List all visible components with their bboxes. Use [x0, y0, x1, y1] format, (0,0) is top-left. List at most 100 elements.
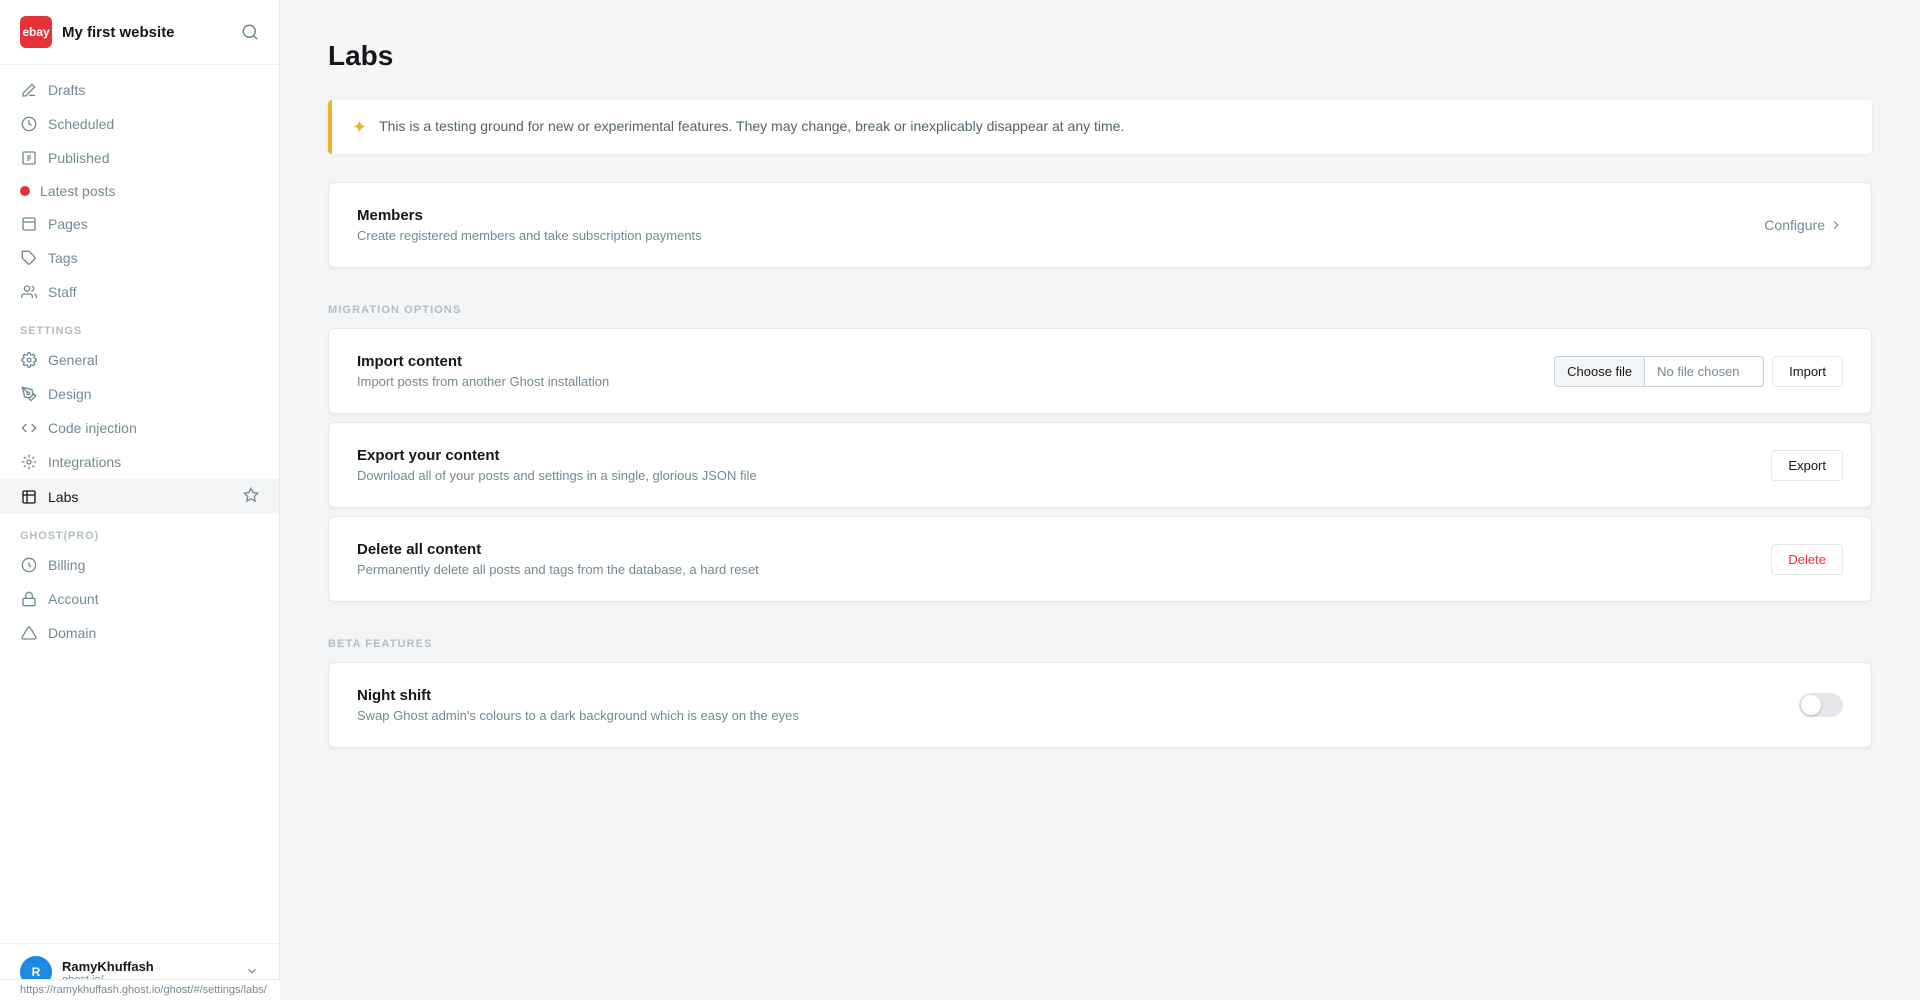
- delete-description: Permanently delete all posts and tags fr…: [357, 562, 759, 577]
- page-title: Labs: [328, 40, 1872, 72]
- members-card-row: Members Create registered members and ta…: [329, 183, 1871, 267]
- delete-title: Delete all content: [357, 541, 759, 558]
- import-title: Import content: [357, 353, 609, 370]
- sidebar-item-domain[interactable]: Domain: [0, 616, 279, 650]
- sidebar-header: ebay My first website: [0, 0, 279, 65]
- latest-posts-dot-icon: [20, 186, 30, 196]
- sidebar-item-label: Staff: [48, 284, 77, 300]
- status-url: https://ramykhuffash.ghost.io/ghost/#/se…: [20, 984, 267, 996]
- sidebar-item-drafts[interactable]: Drafts: [0, 73, 279, 107]
- settings-section-label: SETTINGS: [0, 309, 279, 343]
- logo-text: ebay: [22, 25, 49, 39]
- members-description: Create registered members and take subsc…: [357, 228, 702, 243]
- sidebar-nav: Drafts Scheduled Published Latest posts: [0, 65, 279, 658]
- night-shift-title: Night shift: [357, 687, 799, 704]
- code-icon: [20, 419, 38, 437]
- sidebar: ebay My first website Drafts Scheduled: [0, 0, 280, 1000]
- configure-link[interactable]: Configure: [1764, 217, 1843, 233]
- published-icon: [20, 149, 38, 167]
- sidebar-item-label: Domain: [48, 625, 96, 641]
- info-banner: ✦ This is a testing ground for new or ex…: [328, 100, 1872, 154]
- sidebar-item-label: Scheduled: [48, 116, 114, 132]
- drafts-icon: [20, 81, 38, 99]
- night-shift-toggle[interactable]: [1799, 693, 1843, 717]
- sidebar-item-label: Drafts: [48, 82, 85, 98]
- ghost-pro-section-label: GHOST(PRO): [0, 514, 279, 548]
- migration-section-label: MIGRATION OPTIONS: [328, 276, 1872, 328]
- export-title: Export your content: [357, 447, 757, 464]
- sidebar-item-label: Billing: [48, 557, 85, 573]
- search-button[interactable]: [241, 23, 259, 41]
- export-text: Export your content Download all of your…: [357, 447, 757, 483]
- delete-card-row: Delete all content Permanently delete al…: [329, 517, 1871, 601]
- night-shift-text: Night shift Swap Ghost admin's colours t…: [357, 687, 799, 723]
- import-text: Import content Import posts from another…: [357, 353, 609, 389]
- night-shift-description: Swap Ghost admin's colours to a dark bac…: [357, 708, 799, 723]
- sidebar-item-label: Integrations: [48, 454, 121, 470]
- file-input-wrapper: Choose file No file chosen: [1554, 356, 1764, 387]
- delete-text: Delete all content Permanently delete al…: [357, 541, 759, 577]
- user-name: RamyKhuffash: [62, 959, 154, 974]
- billing-icon: [20, 556, 38, 574]
- sidebar-item-label: Latest posts: [40, 183, 116, 199]
- sidebar-item-scheduled[interactable]: Scheduled: [0, 107, 279, 141]
- sidebar-item-design[interactable]: Design: [0, 377, 279, 411]
- import-description: Import posts from another Ghost installa…: [357, 374, 609, 389]
- members-card: Members Create registered members and ta…: [328, 182, 1872, 268]
- site-logo-area[interactable]: ebay My first website: [20, 16, 175, 48]
- import-action: Choose file No file chosen Import: [1554, 356, 1843, 387]
- sidebar-item-label: Account: [48, 591, 99, 607]
- tag-icon: [20, 249, 38, 267]
- export-card-row: Export your content Download all of your…: [329, 423, 1871, 507]
- sidebar-item-label: General: [48, 352, 98, 368]
- export-button[interactable]: Export: [1771, 450, 1843, 481]
- sidebar-item-labs[interactable]: Labs: [0, 479, 279, 514]
- sidebar-item-general[interactable]: General: [0, 343, 279, 377]
- labs-star-icon: [243, 487, 259, 506]
- labs-icon: [20, 488, 38, 506]
- status-bar: https://ramykhuffash.ghost.io/ghost/#/se…: [0, 979, 280, 1000]
- export-action: Export: [1771, 450, 1843, 481]
- delete-action: Delete: [1771, 544, 1843, 575]
- sidebar-item-pages[interactable]: Pages: [0, 207, 279, 241]
- site-logo: ebay: [20, 16, 52, 48]
- integrations-icon: [20, 453, 38, 471]
- file-name-display: No file chosen: [1644, 356, 1764, 387]
- sidebar-item-label: Pages: [48, 216, 88, 232]
- night-shift-card: Night shift Swap Ghost admin's colours t…: [328, 662, 1872, 748]
- design-icon: [20, 385, 38, 403]
- sidebar-item-label: Published: [48, 150, 110, 166]
- delete-card: Delete all content Permanently delete al…: [328, 516, 1872, 602]
- sidebar-item-staff[interactable]: Staff: [0, 275, 279, 309]
- user-expand-icon[interactable]: [245, 964, 259, 981]
- export-card: Export your content Download all of your…: [328, 422, 1872, 508]
- pages-icon: [20, 215, 38, 233]
- info-banner-text: This is a testing ground for new or expe…: [379, 116, 1124, 137]
- sidebar-item-label: Design: [48, 386, 92, 402]
- sidebar-item-account[interactable]: Account: [0, 582, 279, 616]
- night-shift-card-row: Night shift Swap Ghost admin's colours t…: [329, 663, 1871, 747]
- sidebar-item-code-injection[interactable]: Code injection: [0, 411, 279, 445]
- beta-features-section-label: BETA FEATURES: [328, 610, 1872, 662]
- night-shift-action: [1799, 693, 1843, 717]
- import-card-row: Import content Import posts from another…: [329, 329, 1871, 413]
- sidebar-item-integrations[interactable]: Integrations: [0, 445, 279, 479]
- main-content: Labs ✦ This is a testing ground for new …: [280, 0, 1920, 1000]
- members-title: Members: [357, 207, 702, 224]
- members-text: Members Create registered members and ta…: [357, 207, 702, 243]
- choose-file-button[interactable]: Choose file: [1554, 356, 1644, 387]
- sidebar-item-latest-posts[interactable]: Latest posts: [0, 175, 279, 207]
- members-action: Configure: [1764, 217, 1843, 233]
- export-description: Download all of your posts and settings …: [357, 468, 757, 483]
- delete-button[interactable]: Delete: [1771, 544, 1843, 575]
- sidebar-item-published[interactable]: Published: [0, 141, 279, 175]
- import-button[interactable]: Import: [1772, 356, 1843, 387]
- gear-icon: [20, 351, 38, 369]
- sidebar-item-billing[interactable]: Billing: [0, 548, 279, 582]
- sidebar-item-label: Code injection: [48, 420, 137, 436]
- sidebar-item-tags[interactable]: Tags: [0, 241, 279, 275]
- domain-icon: [20, 624, 38, 642]
- sidebar-item-label: Labs: [48, 489, 78, 505]
- site-title: My first website: [62, 24, 175, 41]
- sidebar-item-label: Tags: [48, 250, 78, 266]
